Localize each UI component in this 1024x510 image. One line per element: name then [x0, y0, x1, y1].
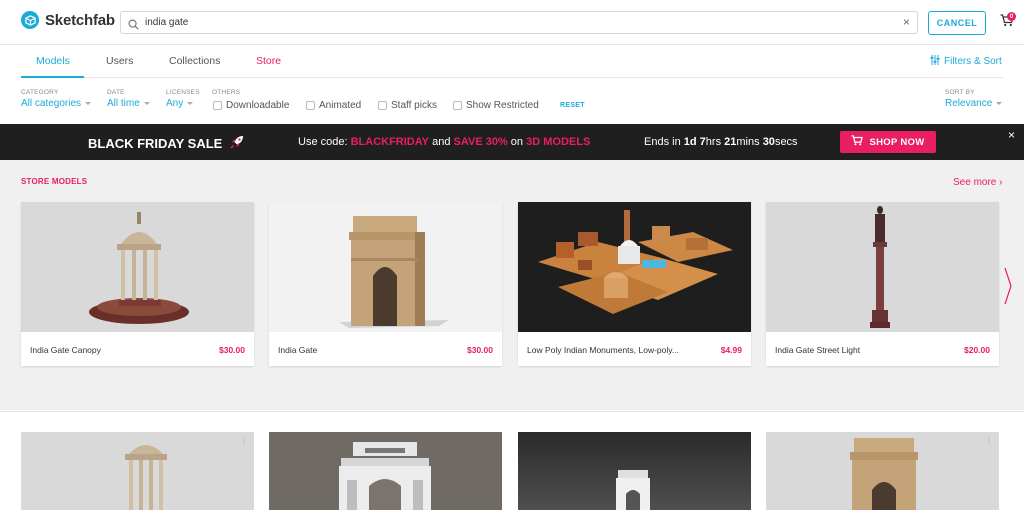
shop-now-button[interactable]: SHOP NOW	[840, 131, 936, 153]
result-model-card[interactable]: ⋮	[21, 432, 254, 510]
code-prefix: Use code:	[298, 136, 348, 148]
chevron-down-icon	[85, 102, 92, 105]
store-model-card[interactable]: Low Poly Indian Monuments, Low-poly... $…	[518, 202, 751, 366]
promo-code: BLACKFRIDAY	[350, 136, 430, 148]
checkbox-box[interactable]	[213, 101, 222, 110]
others-label: OTHERS	[212, 89, 241, 96]
licenses-value: Any	[166, 98, 184, 109]
model-price: $30.00	[219, 345, 245, 355]
result-model-card[interactable]	[518, 432, 751, 510]
see-more-link[interactable]: See more ›	[953, 177, 1002, 188]
tab-models[interactable]: Models	[36, 55, 70, 67]
search-box[interactable]: ×	[120, 11, 918, 34]
active-tab-indicator	[21, 76, 84, 78]
search-icon	[128, 17, 139, 35]
model-thumbnail[interactable]	[766, 202, 999, 332]
category-label: CATEGORY	[21, 89, 59, 96]
cart-icon	[851, 135, 864, 149]
carousel-next-icon[interactable]	[1003, 266, 1013, 311]
sale-banner: BLACK FRIDAY SALE Use code: BLACKFRIDAY …	[0, 124, 1024, 160]
sort-dropdown[interactable]: SORT BY Relevance	[945, 89, 1003, 109]
model-thumbnail[interactable]	[269, 202, 502, 332]
sketchfab-logo[interactable]: Sketchfab	[21, 11, 115, 29]
on-text: on	[510, 136, 524, 148]
category-value: All categories	[21, 98, 82, 109]
discount-text: SAVE 30%	[453, 136, 508, 148]
checkbox-label: Animated	[319, 100, 362, 111]
countdown-secs-unit: secs	[774, 136, 798, 148]
tab-collections[interactable]: Collections	[169, 55, 220, 67]
checkbox-box[interactable]	[378, 101, 387, 110]
promo-code-text: Use code: BLACKFRIDAY and SAVE 30% on 3D…	[298, 136, 590, 148]
checkbox-label: Staff picks	[391, 100, 437, 111]
category-filter[interactable]: CATEGORY All categories	[21, 89, 92, 109]
checkbox-label: Show Restricted	[466, 100, 539, 111]
and-text: and	[432, 136, 451, 148]
model-price: $20.00	[964, 345, 990, 355]
rocket-icon	[230, 135, 244, 152]
others-filter: OTHERS	[212, 89, 240, 96]
checkbox-box[interactable]	[306, 101, 315, 110]
shop-now-label: SHOP NOW	[869, 136, 925, 148]
checkbox-label: Downloadable	[226, 100, 290, 111]
sale-title-text: BLACK FRIDAY SALE	[88, 136, 223, 151]
model-name[interactable]: India Gate Canopy	[30, 345, 101, 355]
sort-value: Relevance	[945, 98, 993, 109]
result-model-card[interactable]	[269, 432, 502, 510]
store-model-card[interactable]: India Gate Canopy $30.00	[21, 202, 254, 366]
tab-store[interactable]: Store	[256, 55, 281, 67]
tabs-divider	[21, 77, 1003, 78]
checkbox-box[interactable]	[453, 101, 462, 110]
model-name[interactable]: Low Poly Indian Monuments, Low-poly...	[527, 345, 679, 355]
more-options-icon[interactable]: ⋮	[985, 437, 993, 446]
countdown-prefix: Ends in	[644, 136, 681, 148]
sale-title: BLACK FRIDAY SALE	[88, 135, 244, 152]
model-thumbnail[interactable]	[518, 202, 751, 332]
store-model-card[interactable]: India Gate $30.00	[269, 202, 502, 366]
tab-users[interactable]: Users	[106, 55, 133, 67]
model-price: $30.00	[467, 345, 493, 355]
model-name[interactable]: India Gate Street Light	[775, 345, 860, 355]
reset-filters-link[interactable]: RESET	[560, 102, 585, 109]
checkbox-show-restricted[interactable]: Show Restricted	[453, 100, 539, 111]
sketchfab-cube-icon	[21, 11, 39, 29]
date-label: DATE	[107, 89, 125, 96]
logo-text: Sketchfab	[45, 11, 115, 29]
countdown-mins: 21	[724, 136, 737, 148]
date-value: All time	[107, 98, 140, 109]
countdown-days: 1d	[683, 136, 697, 148]
filters-sort-label: Filters & Sort	[944, 56, 1002, 67]
sale-countdown: Ends in 1d 7hrs 21mins 30secs	[644, 136, 798, 148]
cart-count-badge: 0	[1007, 12, 1016, 21]
model-price: $4.99	[720, 345, 742, 355]
sliders-icon	[930, 55, 940, 68]
countdown-mins-unit: mins	[736, 136, 760, 148]
checkbox-animated[interactable]: Animated	[306, 100, 361, 111]
close-banner-icon[interactable]: ×	[1008, 128, 1015, 142]
chevron-down-icon	[143, 102, 150, 105]
model-thumbnail[interactable]	[21, 202, 254, 332]
licenses-filter[interactable]: LICENSES Any	[166, 89, 200, 109]
checkbox-staff-picks[interactable]: Staff picks	[378, 100, 437, 111]
search-tabs	[0, 45, 1024, 79]
result-model-card[interactable]: ⋮	[766, 432, 999, 510]
licenses-label: LICENSES	[166, 89, 200, 96]
clear-search-icon[interactable]: ×	[903, 15, 910, 29]
date-filter[interactable]: DATE All time	[107, 89, 150, 109]
top-header: Sketchfab × CANCEL 0	[0, 0, 1024, 45]
checkbox-downloadable[interactable]: Downloadable	[213, 100, 289, 111]
cancel-button[interactable]: CANCEL	[928, 11, 986, 35]
store-models-title: STORE MODELS	[21, 177, 88, 186]
chevron-down-icon	[996, 102, 1003, 105]
sort-label: SORT BY	[945, 89, 975, 96]
discount-target: 3D MODELS	[526, 136, 591, 148]
countdown-hours-unit: hrs	[705, 136, 722, 148]
chevron-down-icon	[187, 102, 194, 105]
model-name[interactable]: India Gate	[278, 345, 317, 355]
countdown-secs: 30	[762, 136, 775, 148]
store-model-card[interactable]: India Gate Street Light $20.00	[766, 202, 999, 366]
search-input[interactable]	[145, 14, 885, 31]
more-options-icon[interactable]: ⋮	[240, 437, 248, 446]
filters-sort-button[interactable]: Filters & Sort	[930, 55, 1002, 68]
